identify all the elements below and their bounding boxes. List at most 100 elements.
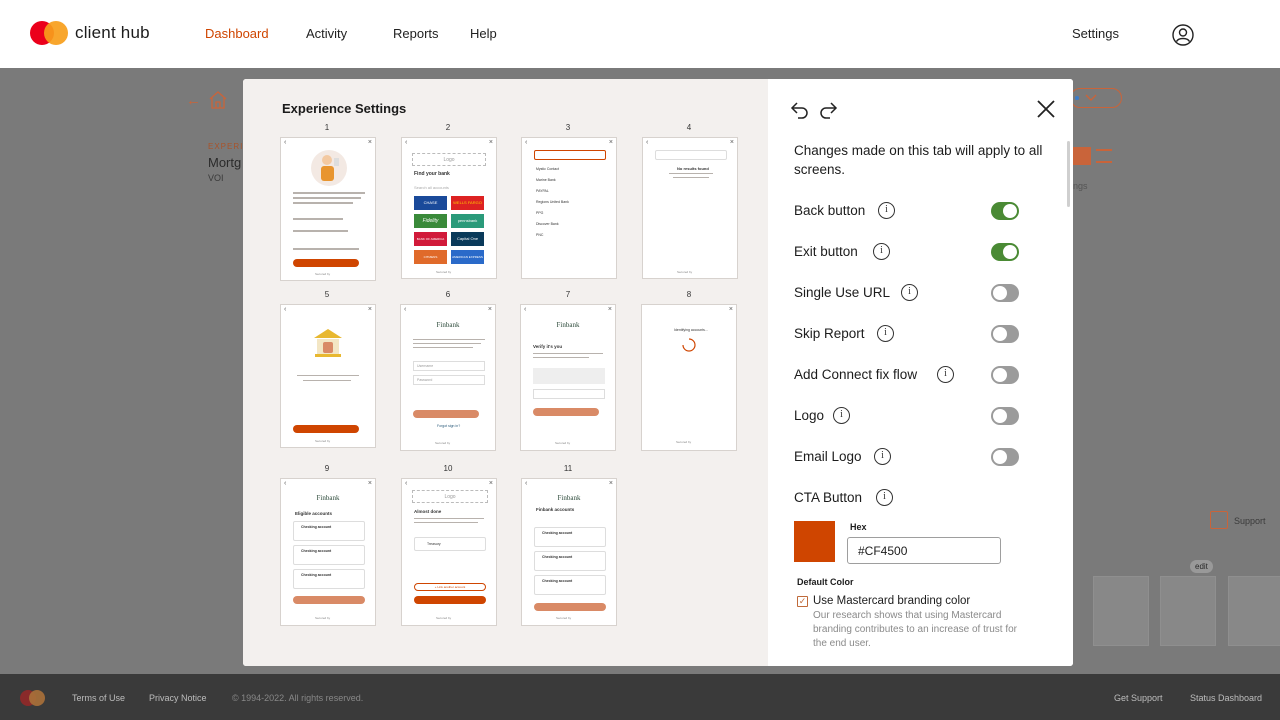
bg-screen-thumb (1160, 576, 1216, 646)
bg-screen-thumb (1228, 576, 1280, 646)
nav-dashboard[interactable]: Dashboard (205, 26, 269, 41)
footer: Terms of Use Privacy Notice © 1994-2022.… (0, 674, 1280, 720)
screen-thumb-11[interactable]: ‹ × Finbank Finbank accounts Checking acc… (521, 478, 617, 626)
screen-thumb-5[interactable]: ‹ × Secured by (280, 304, 376, 448)
screen-number: 7 (565, 290, 571, 299)
setting-back-button: Back button i (794, 200, 1024, 222)
screen-number: 4 (686, 123, 692, 132)
screen-thumb-2[interactable]: ‹ × Logo Find your bank Search all accoun… (401, 137, 497, 279)
screen-number: 9 (324, 464, 330, 473)
branding-checkbox[interactable]: ✓ (797, 596, 808, 607)
setting-add-connect-fix-flow: Add Connect fix flow i (794, 364, 1024, 386)
screen-thumb-9[interactable]: ‹ × Finbank Eligible accounts Checking ac… (280, 478, 376, 626)
modal-title: Experience Settings (282, 101, 407, 116)
redo-icon[interactable] (818, 101, 838, 119)
footer-copyright: © 1994-2022. All rights reserved. (232, 693, 364, 703)
info-icon[interactable]: i (901, 284, 918, 301)
setting-single-use-url: Single Use URL i (794, 282, 1024, 304)
footer-status-link[interactable]: Status Dashboard (1190, 693, 1262, 703)
chevron-down-icon (1085, 94, 1097, 101)
setting-cta-button: CTA Button i (794, 487, 1024, 509)
setting-label: Back button (794, 203, 866, 218)
hex-label: Hex (850, 522, 867, 532)
hex-input[interactable] (847, 537, 1001, 564)
bg-settings-fragment: ngs (1073, 181, 1088, 191)
scrollbar[interactable] (1067, 141, 1070, 651)
home-icon (209, 91, 227, 109)
bg-dropdown (1070, 88, 1122, 108)
screen-thumb-7[interactable]: ‹ × Finbank Verify it's you Secured by (520, 304, 616, 451)
settings-intro: Changes made on this tab will apply to a… (794, 143, 1043, 177)
setting-label: CTA Button (794, 490, 863, 505)
nav-settings[interactable]: Settings (1072, 26, 1119, 41)
info-icon[interactable]: i (877, 325, 894, 342)
toggle-logo[interactable] (991, 407, 1019, 425)
info-icon[interactable]: i (878, 202, 895, 219)
loading-spinner-icon (682, 338, 696, 352)
setting-logo: Logo i (794, 405, 1024, 427)
screen-number: 1 (324, 123, 330, 132)
nav-activity[interactable]: Activity (306, 26, 347, 41)
info-icon[interactable]: i (937, 366, 954, 383)
screen-thumb-4[interactable]: ‹ × No results found Secured by (642, 137, 738, 279)
info-icon[interactable]: i (873, 243, 890, 260)
info-icon[interactable]: i (876, 489, 893, 506)
screen-number: 10 (443, 464, 453, 473)
screen-preview-panel: Experience Settings 1 2 3 4 5 6 7 8 9 10… (243, 79, 768, 666)
setting-label: Skip Report (794, 326, 865, 341)
back-arrow-icon: ← (186, 92, 201, 109)
bg-screen-thumb (1093, 576, 1149, 646)
checkbox-label: Use Mastercard branding color (813, 595, 971, 607)
bg-subtitle: VOI (208, 173, 224, 183)
screen-number: 6 (445, 290, 451, 299)
footer-privacy-link[interactable]: Privacy Notice (149, 693, 207, 703)
settings-panel: Changes made on this tab will apply to a… (768, 79, 1073, 666)
screen-number: 2 (445, 123, 451, 132)
undo-icon[interactable] (790, 101, 810, 119)
setting-label: Add Connect fix flow (794, 367, 918, 382)
screen-thumb-6[interactable]: ‹ × Finbank Username Password Forgot sign… (400, 304, 496, 451)
info-icon[interactable]: i (874, 448, 891, 465)
setting-skip-report: Skip Report i (794, 323, 1024, 345)
setting-label: Exit button (794, 244, 858, 259)
footer-get-support-link[interactable]: Get Support (1114, 693, 1163, 703)
toggle-email-logo[interactable] (991, 448, 1019, 466)
mastercard-logo-icon (30, 21, 68, 45)
support-icon (1210, 511, 1228, 529)
screen-number: 8 (686, 290, 692, 299)
bg-support-label: Support (1234, 516, 1266, 526)
toggle-skip-report[interactable] (991, 325, 1019, 343)
screen-thumb-10[interactable]: ‹ × Logo Almost done Treasury + Link anot… (401, 478, 497, 626)
footer-terms-link[interactable]: Terms of Use (72, 693, 125, 703)
color-swatch[interactable] (794, 521, 835, 562)
experience-settings-modal: Experience Settings 1 2 3 4 5 6 7 8 9 10… (243, 79, 1073, 666)
toggle-single-use-url[interactable] (991, 284, 1019, 302)
brand-name: client hub (75, 23, 150, 42)
brand-logo[interactable]: client hub (30, 21, 150, 45)
screen-thumb-3[interactable]: ‹ × Mystic Contact Marine Bank PAYPAL Reg… (521, 137, 617, 279)
screen-thumb-8[interactable]: × Identifying accounts... Secured by (641, 304, 737, 451)
list-view-icon (1096, 149, 1112, 163)
toggle-exit-button[interactable] (991, 243, 1019, 261)
info-icon[interactable]: i (833, 407, 850, 424)
screen-thumb-1[interactable]: ‹ × Secured by (280, 137, 376, 281)
user-circle-icon[interactable] (1172, 24, 1194, 46)
nav-reports[interactable]: Reports (393, 26, 439, 41)
nav-help[interactable]: Help (470, 26, 497, 41)
top-navigation: client hub Dashboard Activity Reports He… (0, 0, 1280, 68)
setting-exit-button: Exit button i (794, 241, 1024, 263)
setting-label: Single Use URL (794, 285, 891, 300)
toggle-add-connect-fix-flow[interactable] (991, 366, 1019, 384)
person-illustration-icon (311, 150, 347, 186)
grid-view-icon (1073, 147, 1091, 165)
scrollbar-thumb[interactable] (1067, 141, 1070, 207)
setting-email-logo: Email Logo i (794, 446, 1024, 468)
close-icon[interactable] (1037, 100, 1055, 118)
screen-number: 3 (565, 123, 571, 132)
toggle-back-button[interactable] (991, 202, 1019, 220)
setting-label: Logo (794, 408, 825, 423)
bg-edit-badge: edit (1190, 560, 1213, 573)
bg-title: Mortg (208, 155, 242, 170)
screen-number: 11 (563, 464, 573, 473)
checkbox-description: Our research shows that using Mastercard… (813, 610, 1018, 649)
